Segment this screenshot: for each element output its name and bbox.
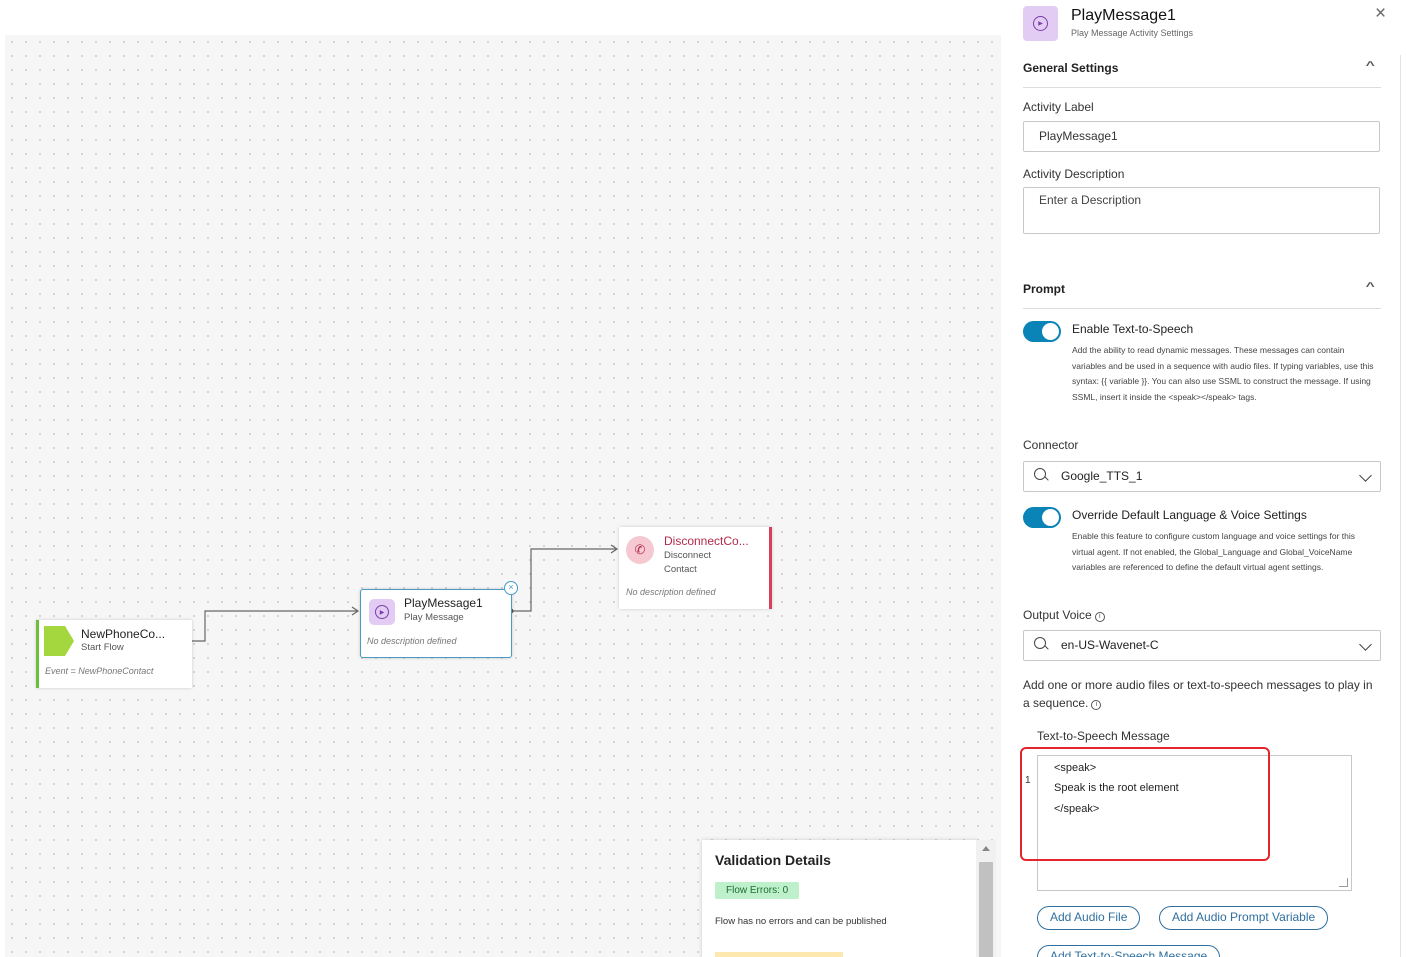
connector-select[interactable]: Google_TTS_1: [1023, 461, 1381, 492]
connector-start-to-play: [189, 610, 357, 642]
add-audio-file-button[interactable]: Add Audio File: [1037, 906, 1141, 930]
play-message-icon: ▶: [1023, 6, 1058, 41]
add-audio-prompt-variable-button[interactable]: Add Audio Prompt Variable: [1159, 906, 1329, 930]
validation-message: Flow has no errors and can be published: [715, 916, 887, 927]
override-voice-description: Enable this feature to configure custom …: [1072, 531, 1356, 572]
disconnect-node-description: No description defined: [626, 587, 716, 597]
flow-connectors: [186, 544, 619, 644]
start-flow-node[interactable]: NewPhoneCo... Start Flow Event = NewPhon…: [36, 620, 192, 688]
override-voice-toggle[interactable]: [1023, 507, 1061, 528]
scroll-up-icon[interactable]: [982, 846, 990, 851]
panel-divider: [1400, 55, 1401, 957]
play-message-icon: ▶: [369, 599, 395, 625]
play-message-node[interactable]: ▶ × PlayMessage1 Play Message No descrip…: [360, 581, 518, 658]
prompt-header[interactable]: Prompt ^: [1023, 281, 1381, 309]
panel-title: PlayMessage1: [1071, 7, 1176, 24]
start-node-title: NewPhoneCo...: [81, 627, 166, 641]
chevron-up-icon[interactable]: ^: [1365, 60, 1374, 72]
tts-message-label: Text-to-Speech Message: [1037, 729, 1170, 743]
panel-subtitle: Play Message Activity Settings: [1071, 28, 1194, 38]
validation-details-panel: Validation Details Flow Errors: 0 Flow h…: [702, 840, 977, 957]
play-node-title: PlayMessage1: [404, 596, 483, 610]
activity-description-textarea[interactable]: Enter a Description: [1023, 187, 1380, 234]
output-voice-label: Output Voice i: [1023, 608, 1105, 622]
start-flow-icon: [44, 626, 74, 656]
disconnect-icon: ✆: [626, 536, 654, 564]
add-tts-message-button[interactable]: Add Text-to-Speech Message: [1037, 945, 1221, 957]
disconnect-node-title: DisconnectCo...: [664, 534, 749, 548]
chevron-down-icon: [1359, 469, 1372, 482]
disconnect-contact-node[interactable]: ✆ DisconnectCo... Disconnect Contact No …: [619, 527, 772, 609]
resize-handle-icon[interactable]: [1339, 878, 1348, 887]
warnings-badge: [715, 952, 843, 957]
general-settings-header[interactable]: General Settings ^: [1023, 60, 1381, 88]
flow-errors-badge: Flow Errors: 0: [715, 882, 800, 899]
annotation-highlight: [1020, 747, 1270, 861]
search-icon: [1034, 637, 1046, 649]
general-settings-title: General Settings: [1023, 61, 1119, 75]
validation-title: Validation Details: [715, 852, 831, 868]
scrollbar-thumb[interactable]: [979, 862, 993, 957]
connector-play-to-disconnect: [511, 548, 616, 612]
override-voice-label: Override Default Language & Voice Settin…: [1072, 508, 1307, 522]
disconnect-node-subtitle-2: Contact: [664, 564, 697, 575]
disconnect-node-subtitle-1: Disconnect: [664, 550, 711, 561]
close-icon[interactable]: ×: [1375, 3, 1386, 25]
activity-label-input[interactable]: PlayMessage1: [1023, 121, 1380, 152]
search-icon: [1034, 468, 1046, 480]
chevron-up-icon[interactable]: ^: [1365, 281, 1374, 293]
output-voice-select[interactable]: en-US-Wavenet-C: [1023, 630, 1381, 661]
info-icon[interactable]: i: [1091, 700, 1102, 710]
activity-label-label: Activity Label: [1023, 100, 1094, 114]
enable-tts-label: Enable Text-to-Speech: [1072, 322, 1194, 336]
info-icon[interactable]: i: [1094, 612, 1105, 622]
enable-tts-toggle[interactable]: [1023, 321, 1061, 342]
play-node-subtitle: Play Message: [404, 612, 464, 623]
start-node-event: Event = NewPhoneContact: [45, 666, 154, 676]
validation-scrollbar[interactable]: [976, 840, 996, 957]
play-node-description: No description defined: [367, 636, 457, 646]
flow-canvas[interactable]: NewPhoneCo... Start Flow Event = NewPhon…: [5, 35, 1001, 957]
start-node-subtitle: Start Flow: [81, 642, 124, 653]
node-close-icon[interactable]: ×: [504, 581, 518, 595]
activity-description-label: Activity Description: [1023, 167, 1125, 181]
enable-tts-description: Add the ability to read dynamic messages…: [1072, 345, 1374, 402]
output-voice-value: en-US-Wavenet-C: [1061, 638, 1159, 652]
chevron-down-icon: [1359, 638, 1372, 651]
connector-label: Connector: [1023, 438, 1079, 452]
connector-value: Google_TTS_1: [1061, 469, 1143, 483]
sequence-instructions: Add one or more audio files or text-to-s…: [1023, 678, 1373, 710]
prompt-title: Prompt: [1023, 282, 1065, 296]
